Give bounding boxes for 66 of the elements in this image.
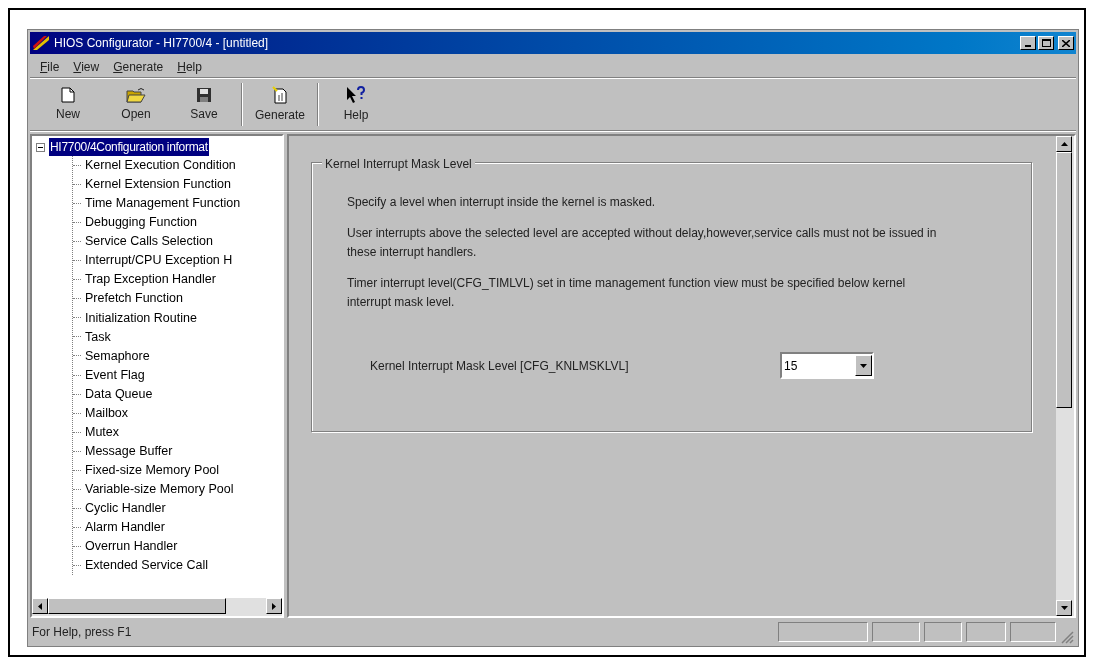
up-arrow-icon bbox=[1060, 142, 1068, 146]
close-button[interactable] bbox=[1058, 36, 1074, 50]
tree-item[interactable]: Mailbox bbox=[84, 403, 130, 423]
close-icon bbox=[1062, 39, 1070, 47]
tree-item[interactable]: Overrun Handler bbox=[84, 537, 179, 556]
folder-icon bbox=[126, 86, 146, 103]
tree-item[interactable]: Extended Service Call bbox=[84, 556, 209, 575]
document-icon bbox=[272, 85, 288, 104]
status-panel bbox=[924, 622, 962, 642]
tree-item[interactable]: HI7700/4Configuration informat bbox=[49, 138, 209, 156]
toolbar-button[interactable]: New bbox=[34, 81, 102, 128]
tree-item[interactable]: Fixed-size Memory Pool bbox=[84, 460, 221, 480]
scroll-down-button[interactable] bbox=[1056, 600, 1072, 616]
help-pointer-icon bbox=[346, 85, 366, 104]
toolbar-button[interactable]: Generate bbox=[246, 81, 314, 128]
scroll-up-button[interactable] bbox=[1056, 136, 1072, 152]
tree-item[interactable]: Semaphore bbox=[84, 346, 151, 366]
tree-item[interactable]: Message Buffer bbox=[84, 441, 174, 461]
down-arrow-icon bbox=[1060, 606, 1068, 610]
tree-item[interactable]: Cyclic Handler bbox=[84, 499, 167, 518]
scroll-right-button[interactable] bbox=[266, 598, 282, 614]
menu-item[interactable]: Generate bbox=[107, 57, 170, 76]
description-text: Timer interrupt level(CFG_TIMLVL) set in time management function view must be specified below kernel interrupt mask level. bbox=[347, 275, 907, 311]
tree-item[interactable]: Service Calls Selection bbox=[84, 232, 214, 252]
toolbar-button[interactable]: Save bbox=[170, 81, 238, 128]
tree-item[interactable]: Kernel Extension Function bbox=[84, 175, 232, 194]
tree-item[interactable]: Variable-size Memory Pool bbox=[84, 479, 235, 499]
scroll-left-button[interactable] bbox=[32, 598, 48, 614]
right-arrow-icon bbox=[272, 602, 276, 610]
tree-item[interactable]: Event Flag bbox=[84, 365, 146, 385]
tree-item[interactable]: Data Queue bbox=[84, 384, 154, 404]
resize-grip-icon[interactable] bbox=[1060, 630, 1074, 644]
toolbar-button[interactable]: Help bbox=[322, 81, 390, 128]
tree-item[interactable]: Kernel Execution Condition bbox=[84, 156, 237, 175]
tree-item[interactable]: Initialization Routine bbox=[84, 308, 198, 328]
description-text: User interrupts above the selected level are accepted without delay,however,service calls must not be issued in these interrupt handlers. bbox=[347, 225, 937, 261]
tree-item[interactable]: Time Management Function bbox=[84, 194, 242, 213]
horizontal-scrollbar[interactable] bbox=[32, 598, 282, 616]
collapse-icon[interactable] bbox=[36, 142, 45, 152]
tree-item[interactable]: Task bbox=[84, 327, 112, 347]
level-dropdown[interactable]: 15 bbox=[780, 352, 874, 379]
tree-item[interactable]: Alarm Handler bbox=[84, 518, 166, 537]
scroll-thumb[interactable] bbox=[1056, 152, 1072, 408]
tree-item[interactable]: Interrupt/CPU Exception H bbox=[84, 251, 234, 271]
status-text: For Help, press F1 bbox=[32, 624, 133, 641]
menu-item[interactable]: Help bbox=[171, 57, 208, 76]
app-icon bbox=[32, 35, 50, 51]
tree-item[interactable]: Debugging Function bbox=[84, 213, 198, 233]
tree-item[interactable]: Trap Exception Handler bbox=[84, 270, 217, 290]
minimize-button[interactable] bbox=[1020, 36, 1036, 50]
status-panel bbox=[872, 622, 920, 642]
description-text: Specify a level when interrupt inside the kernel is masked. bbox=[347, 194, 657, 211]
vertical-scrollbar[interactable] bbox=[1056, 136, 1074, 616]
status-panel bbox=[1010, 622, 1056, 642]
tree-item[interactable]: Mutex bbox=[84, 422, 121, 442]
toolbar-button[interactable]: Open bbox=[102, 81, 170, 128]
field-label: Kernel Interrupt Mask Level [CFG_KNLMSKLVL] bbox=[370, 357, 630, 375]
menu-item[interactable]: View bbox=[67, 57, 106, 76]
left-arrow-icon bbox=[38, 602, 42, 610]
maximize-button[interactable] bbox=[1038, 36, 1054, 50]
tree-item[interactable]: Prefetch Function bbox=[84, 289, 184, 309]
status-panel bbox=[966, 622, 1006, 642]
window-title: HIOS Configurator - HI7700/4 - [untitled] bbox=[54, 35, 269, 52]
scroll-thumb[interactable] bbox=[48, 598, 226, 614]
menu-item[interactable]: File bbox=[34, 57, 66, 76]
new-file-icon bbox=[61, 86, 75, 103]
